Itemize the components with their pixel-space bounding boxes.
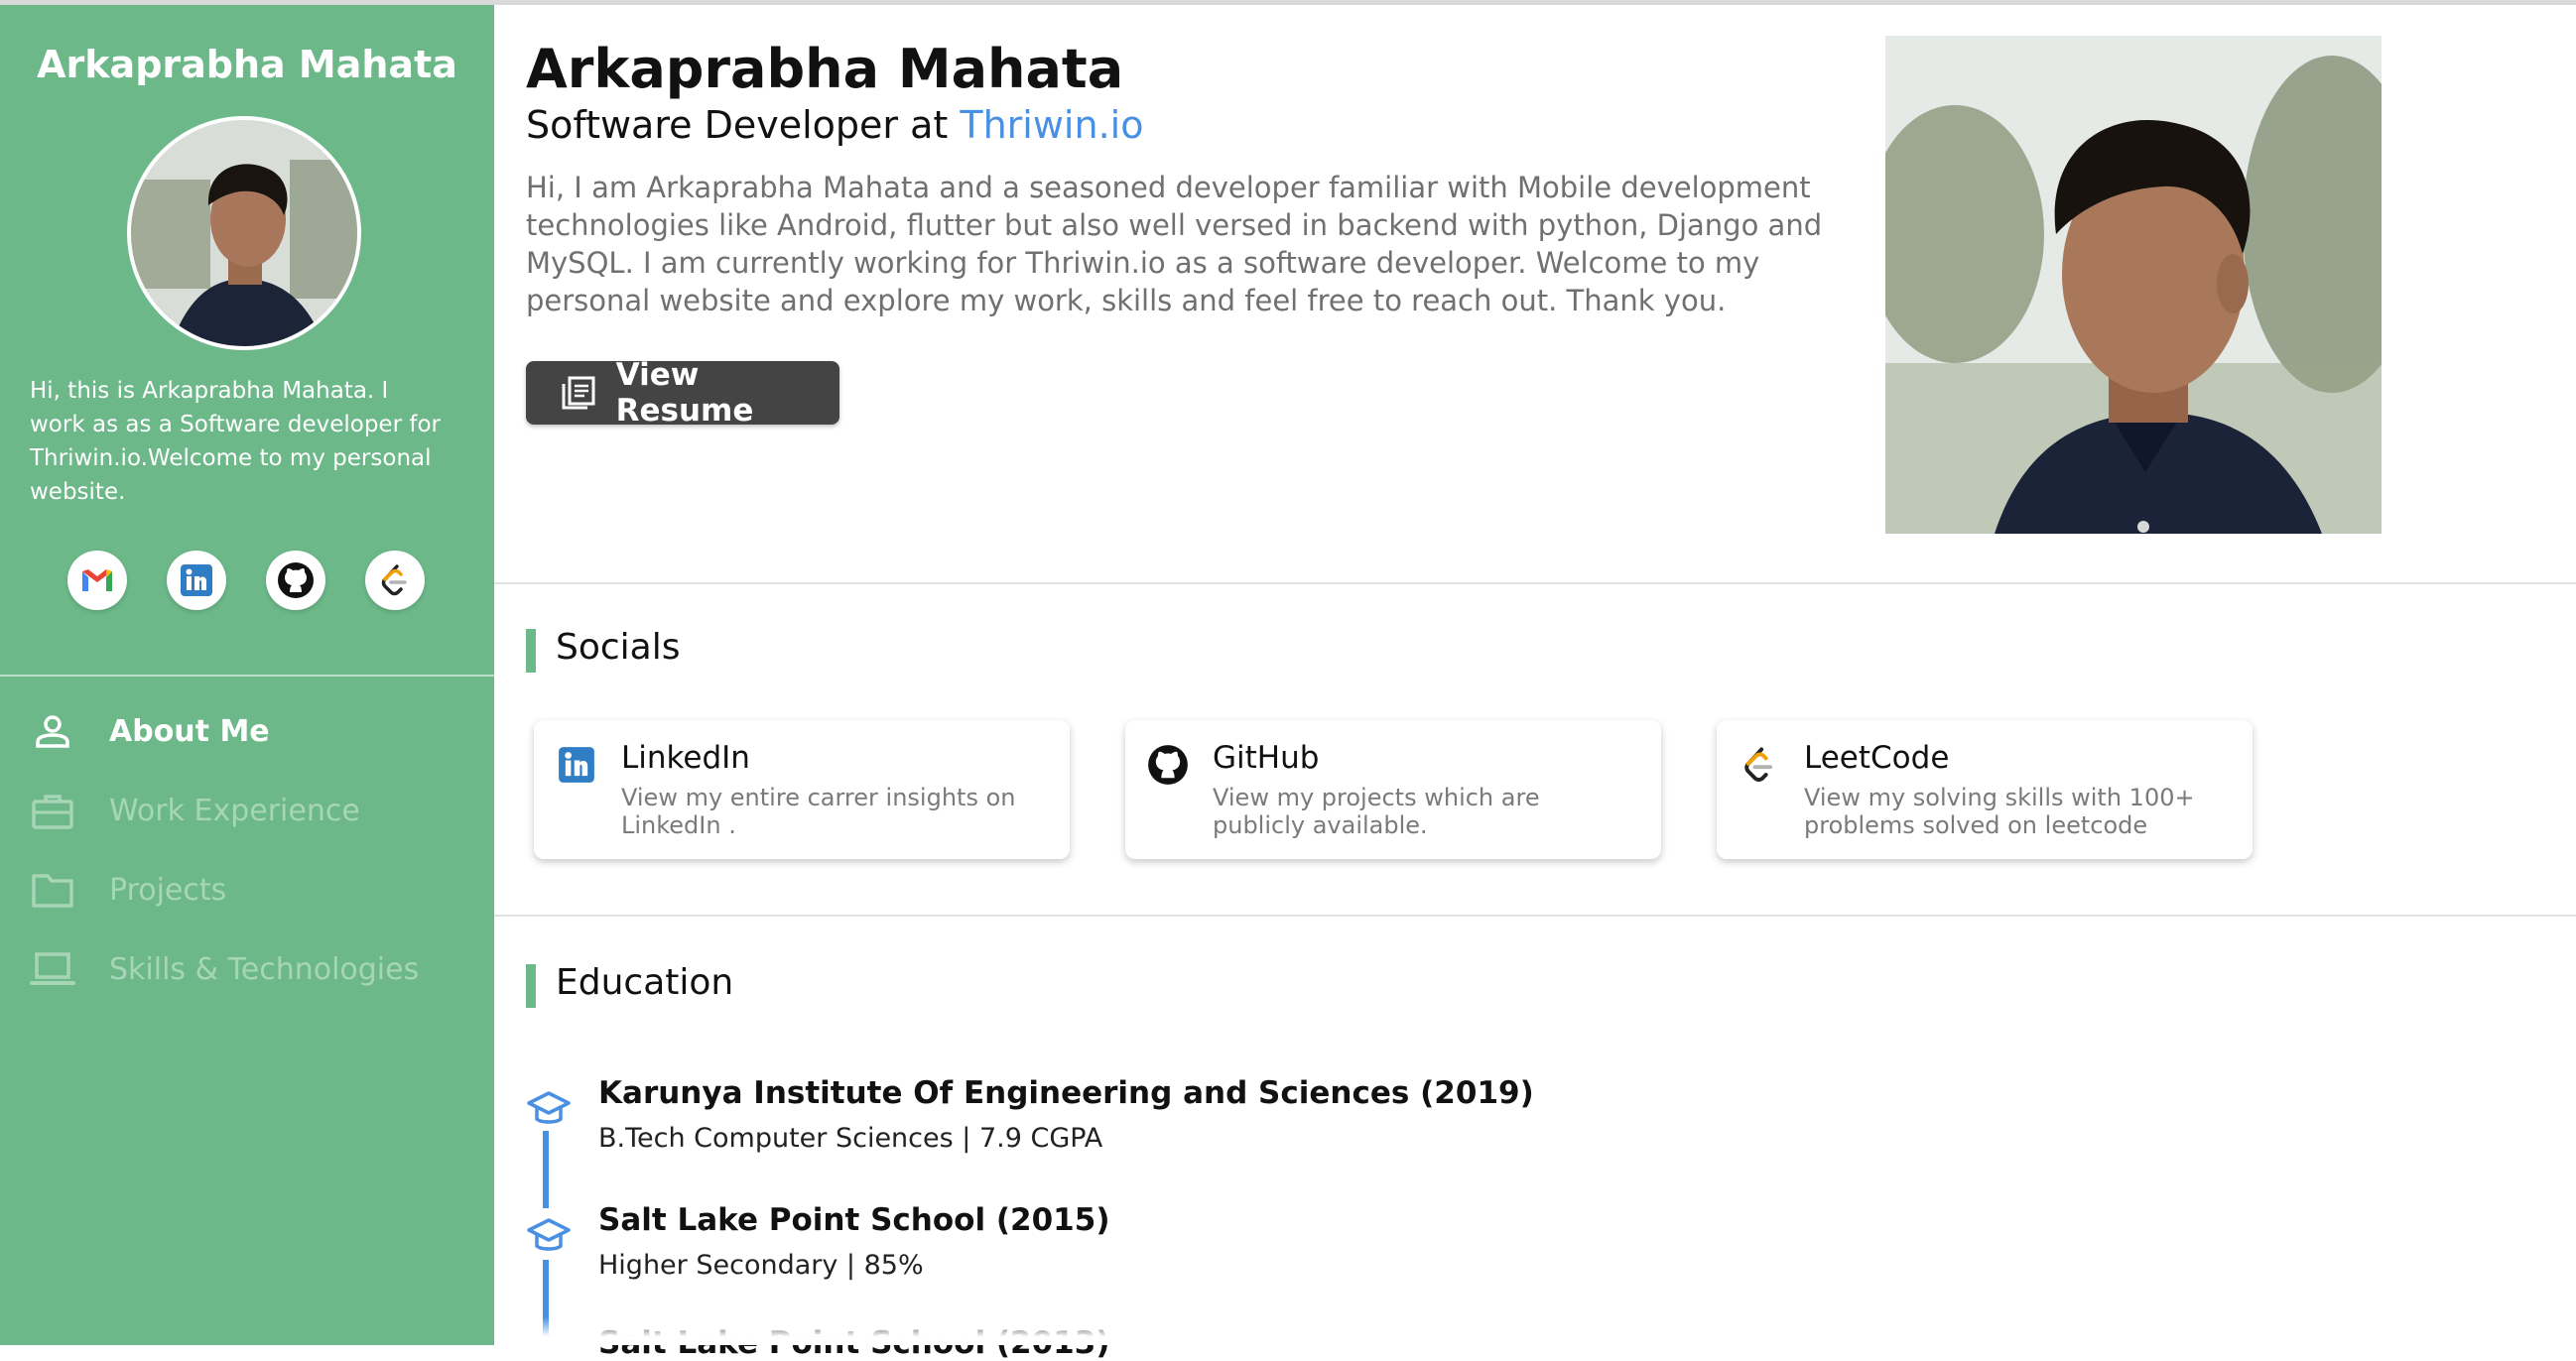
social-card-leetcode[interactable]: LeetCode View my solving skills with 100…: [1717, 720, 2253, 859]
education-title: Salt Lake Point School (2015): [598, 1202, 1110, 1238]
gmail-button[interactable]: [67, 551, 127, 610]
education-detail: B.Tech Computer Sciences | 7.9 CGPA: [598, 1123, 1103, 1154]
view-resume-label: View Resume: [615, 357, 754, 429]
nav-label: Skills & Technologies: [109, 951, 420, 987]
role-line: Software Developer at Thriwin.io: [526, 103, 1143, 147]
profile-portrait: [1885, 36, 2382, 534]
section-accent-bar: [526, 964, 536, 1008]
nav-work-experience[interactable]: Work Experience: [30, 783, 466, 838]
section-accent-bar: [526, 629, 536, 673]
scroll-fade: [494, 1317, 2576, 1345]
sidebar-social-links: [67, 551, 435, 612]
nav-skills[interactable]: Skills & Technologies: [30, 941, 466, 997]
github-button[interactable]: [266, 551, 325, 610]
person-icon: [30, 708, 75, 754]
hero-description: Hi, I am Arkaprabha Mahata and a seasone…: [526, 171, 1823, 317]
nav-label: Work Experience: [109, 793, 360, 828]
social-card-github[interactable]: GitHub View my projects which are public…: [1125, 720, 1661, 859]
gmail-icon: [82, 569, 112, 591]
leetcode-icon: [1739, 744, 1780, 786]
sidebar-name: Arkaprabha Mahata: [37, 43, 457, 86]
document-icon: [560, 373, 598, 413]
nav-about-me[interactable]: About Me: [30, 703, 466, 759]
briefcase-icon: [30, 788, 75, 833]
view-resume-button[interactable]: View Resume: [526, 357, 839, 429]
leetcode-icon: [381, 564, 407, 596]
nav-projects[interactable]: Projects: [30, 862, 466, 918]
card-description: View my entire carrer insights on Linked…: [621, 784, 1016, 839]
linkedin-button[interactable]: [167, 551, 226, 610]
section-divider: [494, 582, 2576, 584]
nav-label: About Me: [109, 713, 270, 749]
folder-icon: [30, 867, 75, 913]
card-title: LinkedIn: [621, 740, 750, 776]
social-card-linkedin[interactable]: LinkedIn View my entire carrer insights …: [534, 720, 1070, 859]
nav-label: Projects: [109, 872, 227, 908]
github-icon: [278, 562, 314, 598]
avatar-portrait: [131, 120, 357, 346]
role-prefix: Software Developer at: [526, 103, 961, 147]
timeline-line: [543, 1131, 549, 1208]
laptop-icon: [30, 946, 75, 992]
education-detail: Higher Secondary | 85%: [598, 1250, 924, 1281]
graduation-cap-icon: [526, 1216, 572, 1256]
card-title: LeetCode: [1804, 740, 1950, 776]
sidebar: Arkaprabha Mahata Hi, this is Arkaprabha…: [0, 5, 494, 1345]
card-description: View my solving skills with 100+ problem…: [1804, 784, 2195, 839]
leetcode-button[interactable]: [365, 551, 425, 610]
avatar: [127, 116, 361, 350]
section-divider: [494, 915, 2576, 917]
card-title: GitHub: [1213, 740, 1320, 776]
profile-photo: [1885, 36, 2382, 534]
github-icon: [1147, 744, 1189, 786]
socials-heading: Socials: [556, 627, 681, 668]
graduation-cap-icon: [526, 1089, 572, 1129]
linkedin-icon: [556, 744, 597, 786]
education-title: Karunya Institute Of Engineering and Sci…: [598, 1075, 1534, 1111]
company-link[interactable]: Thriwin.io: [960, 103, 1143, 147]
page-title: Arkaprabha Mahata: [526, 38, 1124, 100]
linkedin-icon: [181, 564, 212, 596]
education-heading: Education: [556, 962, 734, 1003]
card-description: View my projects which are publicly avai…: [1213, 784, 1540, 839]
sidebar-bio: Hi, this is Arkaprabha Mahata. I work as…: [30, 378, 441, 505]
sidebar-divider: [0, 675, 494, 677]
